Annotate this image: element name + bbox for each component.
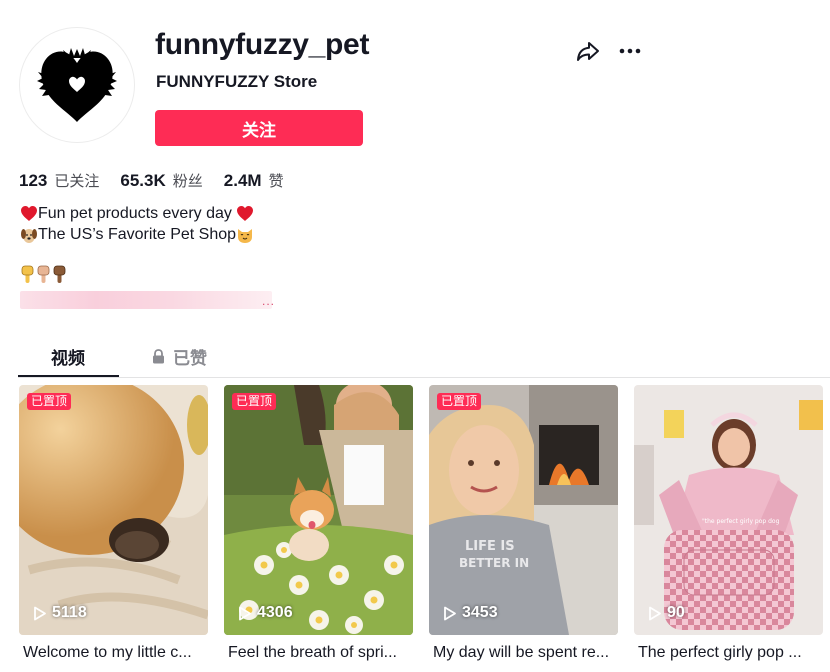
play-icon xyxy=(444,606,456,620)
bio-link[interactable] xyxy=(20,291,272,309)
view-count-value: 4306 xyxy=(257,604,293,621)
tab-liked-label: 已赞 xyxy=(173,348,207,369)
followers-label: 粉丝 xyxy=(172,172,203,190)
bio-line-2: The US’s Favorite Pet Shop xyxy=(20,224,254,245)
pinned-badge: 已置顶 xyxy=(437,393,482,410)
following-count: 123 xyxy=(19,170,48,190)
avatar[interactable] xyxy=(19,27,135,143)
pointing-down-icon xyxy=(21,265,34,283)
thumbnail-image-pink-pet-bed: "the perfect girly pop dog xyxy=(634,385,823,635)
more-icon[interactable] xyxy=(617,38,643,64)
brand-logo xyxy=(37,48,117,122)
lock-icon xyxy=(153,348,164,363)
video-thumbnail[interactable]: "the perfect girly pop dog 90 xyxy=(634,385,823,635)
likes-count: 2.4M xyxy=(223,170,262,190)
video-caption[interactable]: Feel the breath of spri... xyxy=(228,644,412,662)
follow-button[interactable]: 关注 xyxy=(155,110,363,146)
thumbnail-image-woman-by-fireplace: LIFE IS BETTER IN xyxy=(429,385,618,635)
username: funnyfuzzy_pet xyxy=(155,28,370,61)
bio-text-1: Fun pet products every day xyxy=(38,205,232,222)
svg-text:"the perfect girly pop dog: "the perfect girly pop dog xyxy=(702,518,780,525)
view-count: 3453 xyxy=(443,604,498,622)
svg-text:BETTER IN: BETTER IN xyxy=(459,556,529,570)
thumbnail-image-shiba-on-flower-rug xyxy=(224,385,413,635)
pinned-badge: 已置顶 xyxy=(232,393,277,410)
pinned-badge: 已置顶 xyxy=(27,393,72,410)
red-heart-icon xyxy=(236,206,253,221)
play-icon xyxy=(239,606,251,620)
view-count: 5118 xyxy=(33,604,87,622)
thumbnail-image-fluffy-dog xyxy=(19,385,208,635)
red-heart-icon xyxy=(21,206,37,221)
tab-videos[interactable]: 视频 xyxy=(18,336,119,377)
likes-label: 赞 xyxy=(268,172,284,190)
active-tab-indicator xyxy=(18,375,119,377)
video-thumbnail[interactable]: 已置顶 4306 xyxy=(224,385,413,635)
view-count: 4306 xyxy=(238,604,293,622)
following-label: 已关注 xyxy=(54,172,100,190)
followers-count: 65.3K xyxy=(120,170,166,190)
tab-videos-label: 视频 xyxy=(51,348,85,369)
video-caption[interactable]: My day will be spent re... xyxy=(433,644,617,662)
cat-face-icon xyxy=(238,228,253,243)
stat-following[interactable]: 123 已关注 xyxy=(19,170,99,191)
video-thumbnail[interactable]: LIFE IS BETTER IN 已置顶 3453 xyxy=(429,385,618,635)
stats-row: 123 已关注 65.3K 粉丝 2.4M 赞 xyxy=(19,170,305,191)
play-icon xyxy=(34,606,46,620)
stat-followers[interactable]: 65.3K 粉丝 xyxy=(120,170,202,191)
bio-text-2: The US’s Favorite Pet Shop xyxy=(38,226,237,243)
stat-likes: 2.4M 赞 xyxy=(224,170,284,191)
video-caption[interactable]: Welcome to my little c... xyxy=(23,644,207,662)
profile-tabs: 视频 已赞 xyxy=(18,336,830,378)
pointing-down-emojis xyxy=(20,265,68,284)
tab-liked[interactable]: 已赞 xyxy=(152,336,207,376)
bio: Fun pet products every day The US’s Favo… xyxy=(20,203,254,245)
view-count: 90 xyxy=(648,604,685,622)
nickname: FUNNYFUZZY Store xyxy=(156,72,318,91)
video-thumbnail[interactable]: 已置顶 5118 xyxy=(19,385,208,635)
svg-text:LIFE IS: LIFE IS xyxy=(465,539,515,554)
share-icon[interactable] xyxy=(575,38,601,64)
pointing-down-icon xyxy=(37,265,50,283)
dog-face-icon xyxy=(21,228,37,243)
bio-link-ellipsis: ... xyxy=(262,294,276,308)
view-count-value: 3453 xyxy=(462,604,498,621)
view-count-value: 90 xyxy=(667,604,685,621)
play-icon xyxy=(649,606,661,620)
bio-line-1: Fun pet products every day xyxy=(20,203,254,224)
view-count-value: 5118 xyxy=(52,604,87,621)
pointing-down-icon xyxy=(53,265,66,283)
video-caption[interactable]: The perfect girly pop ... xyxy=(638,644,822,662)
